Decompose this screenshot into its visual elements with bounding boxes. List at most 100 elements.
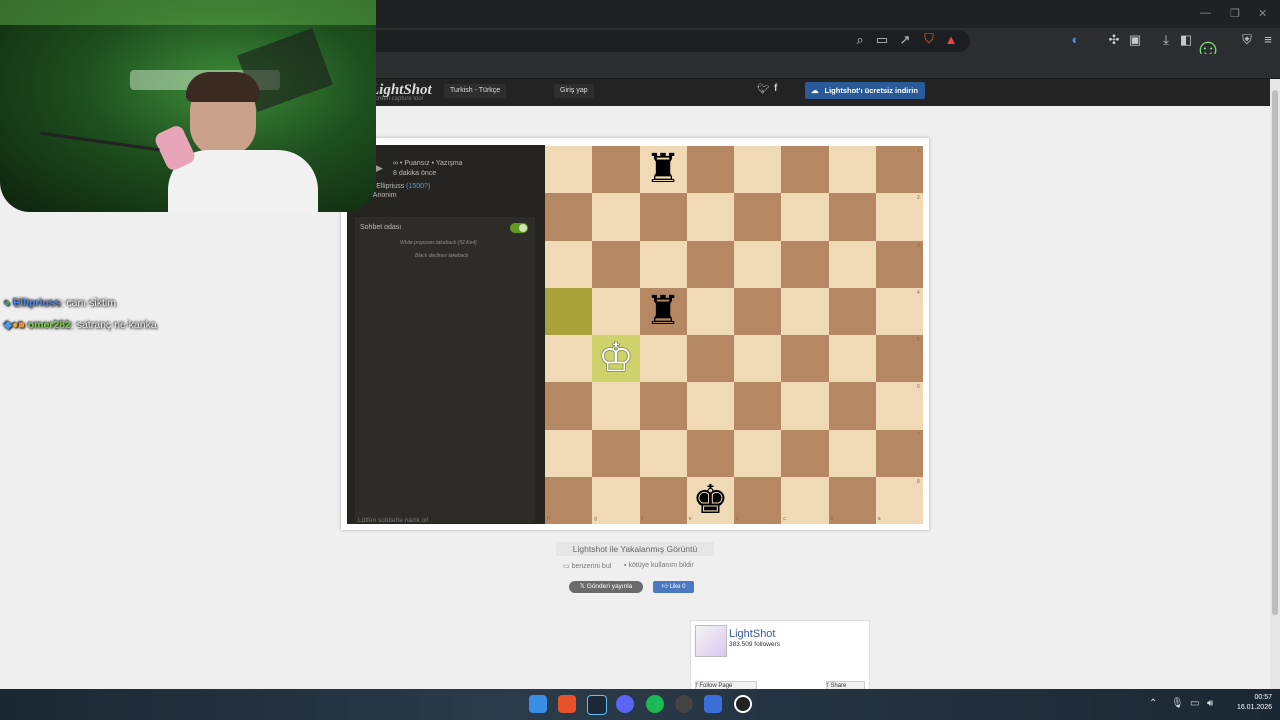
board-square[interactable] xyxy=(592,240,640,288)
chess-board[interactable]: 1 2 3 4 5 6 7 8 h g f e d c b a ♜ ♜ ♔ ♚ xyxy=(545,146,923,524)
discord-icon[interactable] xyxy=(616,695,634,713)
lightshot-feather-icon[interactable] xyxy=(695,625,727,657)
board-square[interactable] xyxy=(686,287,734,335)
board-square[interactable] xyxy=(545,287,593,335)
obs-icon[interactable] xyxy=(675,695,693,713)
brave-rewards-icon[interactable]: ▲ xyxy=(943,33,959,49)
board-square[interactable] xyxy=(875,287,923,335)
board-square[interactable] xyxy=(875,335,923,383)
board-square[interactable] xyxy=(592,429,640,477)
board-square[interactable] xyxy=(781,335,829,383)
board-square[interactable] xyxy=(734,146,782,194)
board-square[interactable] xyxy=(828,335,876,383)
zoom-icon[interactable]: ⌕ xyxy=(852,33,868,49)
black-rook-piece[interactable]: ♜ xyxy=(640,146,687,193)
board-square[interactable] xyxy=(875,382,923,430)
board-square[interactable] xyxy=(545,429,593,477)
network-icon[interactable]: ▭ xyxy=(1190,698,1199,709)
board-square[interactable] xyxy=(828,240,876,288)
board-square[interactable] xyxy=(828,193,876,241)
board-square[interactable] xyxy=(545,382,593,430)
board-square[interactable] xyxy=(781,429,829,477)
board-square[interactable] xyxy=(545,146,593,194)
board-square[interactable] xyxy=(686,146,734,194)
sidebar-icon[interactable]: ◧ xyxy=(1178,33,1194,49)
brave-browser-icon[interactable] xyxy=(558,695,576,713)
board-square[interactable] xyxy=(781,240,829,288)
brave-shield-icon[interactable]: ⛉ xyxy=(921,32,937,48)
board-square[interactable] xyxy=(875,240,923,288)
board-square[interactable] xyxy=(639,193,687,241)
wallet-icon[interactable]: ⛨ xyxy=(1239,33,1255,49)
app-icon[interactable] xyxy=(704,695,722,713)
board-square[interactable] xyxy=(592,382,640,430)
minimize-icon[interactable]: — xyxy=(1200,7,1211,19)
board-square[interactable] xyxy=(639,476,687,524)
board-square[interactable] xyxy=(686,335,734,383)
extension-icon[interactable]: ▣ xyxy=(1127,33,1143,49)
tweet-button[interactable]: 𝕏 Gönderi yayınla xyxy=(569,581,643,593)
board-square[interactable] xyxy=(828,429,876,477)
close-icon[interactable]: ✕ xyxy=(1258,7,1267,20)
find-similar-link[interactable]: ▭ benzerini bul xyxy=(563,562,611,570)
board-square[interactable] xyxy=(686,382,734,430)
board-square[interactable] xyxy=(828,382,876,430)
player-white-name[interactable]: Ellipriuss xyxy=(376,183,404,190)
board-square[interactable] xyxy=(734,335,782,383)
board-square[interactable] xyxy=(875,429,923,477)
board-square[interactable] xyxy=(545,335,593,383)
white-king-piece[interactable]: ♔ xyxy=(592,335,639,382)
login-link[interactable]: Giriş yap xyxy=(554,84,594,98)
board-square[interactable] xyxy=(734,193,782,241)
puzzle-icon[interactable]: ✣ xyxy=(1106,33,1122,49)
audio-icon[interactable]: ◖ xyxy=(1066,33,1082,49)
board-square[interactable] xyxy=(639,429,687,477)
board-square[interactable] xyxy=(734,287,782,335)
board-square[interactable] xyxy=(828,476,876,524)
chat-input[interactable]: Lütfen sohbette nazik ol! xyxy=(358,517,428,524)
language-select[interactable]: Turkish - Türkçe xyxy=(444,84,507,98)
black-king-piece[interactable]: ♚ xyxy=(687,477,734,524)
board-square[interactable] xyxy=(639,335,687,383)
spotify-icon[interactable] xyxy=(646,695,664,713)
board-square[interactable] xyxy=(875,476,923,524)
board-square[interactable] xyxy=(592,193,640,241)
twitter-icon[interactable]: 🐦︎ xyxy=(757,84,770,95)
download-icon[interactable]: ⤓ xyxy=(1158,33,1174,49)
board-square[interactable] xyxy=(545,476,593,524)
board-square[interactable] xyxy=(734,429,782,477)
board-square[interactable] xyxy=(592,476,640,524)
board-square[interactable] xyxy=(781,476,829,524)
maximize-icon[interactable]: ❐ xyxy=(1230,7,1240,20)
board-square[interactable] xyxy=(592,146,640,194)
volume-icon[interactable]: 🔊︎ xyxy=(1207,698,1213,709)
board-square[interactable] xyxy=(639,240,687,288)
taskbar-clock[interactable]: 00:57 16.01.2026 xyxy=(1226,693,1272,713)
board-square[interactable] xyxy=(875,193,923,241)
board-square[interactable] xyxy=(734,476,782,524)
fb-page-name[interactable]: LightShot xyxy=(729,628,775,640)
board-square[interactable] xyxy=(545,193,593,241)
microphone-icon[interactable]: 🎙︎ xyxy=(1171,698,1184,709)
board-square[interactable] xyxy=(734,240,782,288)
download-button[interactable]: ☁ Lightshot'ı ücretsiz indirin xyxy=(805,82,925,99)
board-square[interactable] xyxy=(781,382,829,430)
menu-icon[interactable]: ≡ xyxy=(1260,33,1276,49)
board-square[interactable] xyxy=(686,240,734,288)
black-rook-piece[interactable]: ♜ xyxy=(640,288,687,335)
steam-icon[interactable] xyxy=(587,695,607,715)
share-icon[interactable]: ↗ xyxy=(897,33,913,49)
cast-icon[interactable]: ▭ xyxy=(874,33,890,49)
facebook-like-button[interactable]: 👍︎ Like 0 xyxy=(653,581,694,593)
board-square[interactable] xyxy=(639,382,687,430)
facebook-icon[interactable]: f xyxy=(774,83,777,94)
board-square[interactable] xyxy=(828,287,876,335)
report-link[interactable]: ▪ kötüye kullanım bildir xyxy=(624,562,694,569)
board-square[interactable] xyxy=(875,146,923,194)
board-square[interactable] xyxy=(781,193,829,241)
steelseries-icon[interactable] xyxy=(734,695,752,713)
board-square[interactable] xyxy=(781,287,829,335)
windows-start-icon[interactable] xyxy=(529,695,547,713)
tray-chevron-icon[interactable]: ⌃ xyxy=(1149,698,1157,709)
board-square[interactable] xyxy=(545,240,593,288)
